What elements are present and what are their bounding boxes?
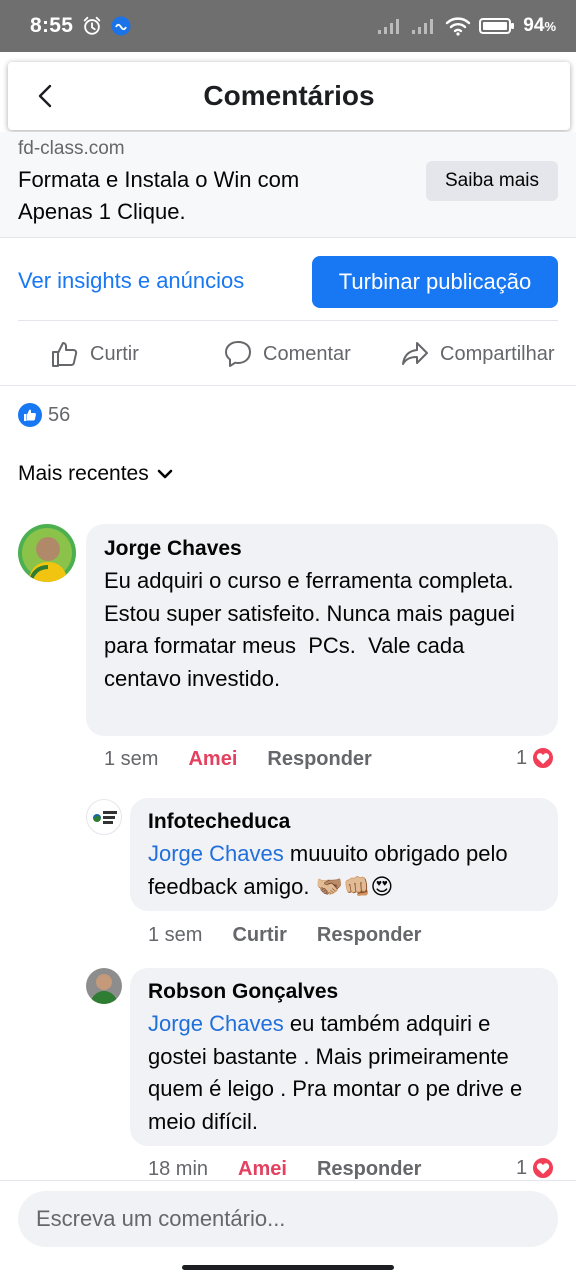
comment-time: 18 min	[148, 1158, 209, 1180]
comment-input[interactable]	[18, 1191, 558, 1247]
reply-button[interactable]: Responder	[317, 1158, 421, 1181]
comment-author[interactable]: Infotecheduca	[148, 810, 290, 834]
back-button[interactable]	[30, 80, 60, 112]
alarm-icon	[83, 16, 101, 35]
avatar[interactable]	[86, 799, 122, 835]
comment-label: Comentar	[263, 342, 351, 365]
comment-text: Jorge Chaves eu também adquiri e gostei …	[148, 1011, 523, 1134]
ad-domain: fd-class.com	[18, 138, 125, 159]
battery-icon	[479, 18, 515, 34]
comment-author[interactable]: Jorge Chaves	[104, 537, 242, 561]
app-notification-icon	[111, 16, 131, 36]
share-label: Compartilhar	[440, 342, 555, 365]
ad-headline[interactable]: Formata e Instala o Win com Apenas 1 Cli…	[18, 164, 378, 228]
share-icon	[402, 342, 428, 365]
comment-reaction-count[interactable]: 1	[516, 746, 556, 770]
reply-button[interactable]: Responder	[317, 924, 421, 947]
comment-meta: 1 sem Curtir Responder	[148, 924, 421, 947]
comment-text: Jorge Chaves muuuito obrigado pelo feedb…	[148, 841, 508, 899]
avatar[interactable]	[86, 968, 122, 1004]
sort-label: Mais recentes	[18, 462, 149, 485]
comment-text: Eu adquiri o curso e ferramenta completa…	[104, 568, 522, 691]
comment-button[interactable]: Comentar	[223, 336, 351, 372]
chevron-left-icon	[38, 84, 52, 108]
home-indicator[interactable]	[182, 1265, 394, 1270]
comment-time: 1 sem	[148, 924, 203, 946]
reaction-count: 56	[48, 403, 71, 426]
reactions-summary[interactable]: 56	[18, 403, 70, 427]
status-bar: 8:55 94%	[0, 0, 576, 52]
insights-link[interactable]: Ver insights e anúncios	[18, 268, 244, 294]
battery-percent: 94%	[523, 15, 556, 36]
header: Comentários	[8, 62, 570, 130]
divider	[0, 385, 576, 386]
love-reaction-button[interactable]: Amei	[188, 748, 237, 771]
share-button[interactable]: Compartilhar	[400, 336, 554, 372]
chevron-down-icon	[157, 469, 173, 479]
mention-link[interactable]: Jorge Chaves	[148, 841, 284, 866]
comment-author[interactable]: Robson Gonçalves	[148, 980, 338, 1004]
like-button[interactable]: Curtir	[50, 336, 139, 372]
like-reaction-button[interactable]: Curtir	[232, 924, 286, 947]
learn-more-button[interactable]: Saiba mais	[426, 161, 558, 201]
comment-meta: 1 sem Amei Responder	[104, 748, 372, 771]
comment-icon	[225, 341, 251, 367]
reply-button[interactable]: Responder	[267, 748, 371, 771]
comment-meta: 18 min Amei Responder	[148, 1158, 421, 1181]
comment-time: 1 sem	[104, 748, 159, 770]
love-reaction-button[interactable]: Amei	[238, 1158, 287, 1181]
avatar[interactable]	[18, 524, 76, 582]
signal-icon	[378, 19, 400, 34]
signal-icon-2	[412, 19, 434, 34]
like-reaction-icon	[18, 403, 42, 427]
thumbs-up-icon	[52, 342, 78, 367]
status-time: 8:55	[30, 14, 74, 37]
boost-post-button[interactable]: Turbinar publicação	[312, 256, 558, 308]
comment-reaction-count[interactable]: 1	[516, 1156, 556, 1180]
page-title: Comentários	[203, 80, 375, 111]
like-label: Curtir	[90, 342, 139, 365]
heart-icon	[531, 1156, 556, 1180]
sort-dropdown[interactable]: Mais recentes	[18, 462, 173, 486]
divider	[18, 320, 558, 321]
wifi-icon	[446, 17, 471, 36]
heart-icon	[531, 746, 556, 770]
mention-link[interactable]: Jorge Chaves	[148, 1011, 284, 1036]
